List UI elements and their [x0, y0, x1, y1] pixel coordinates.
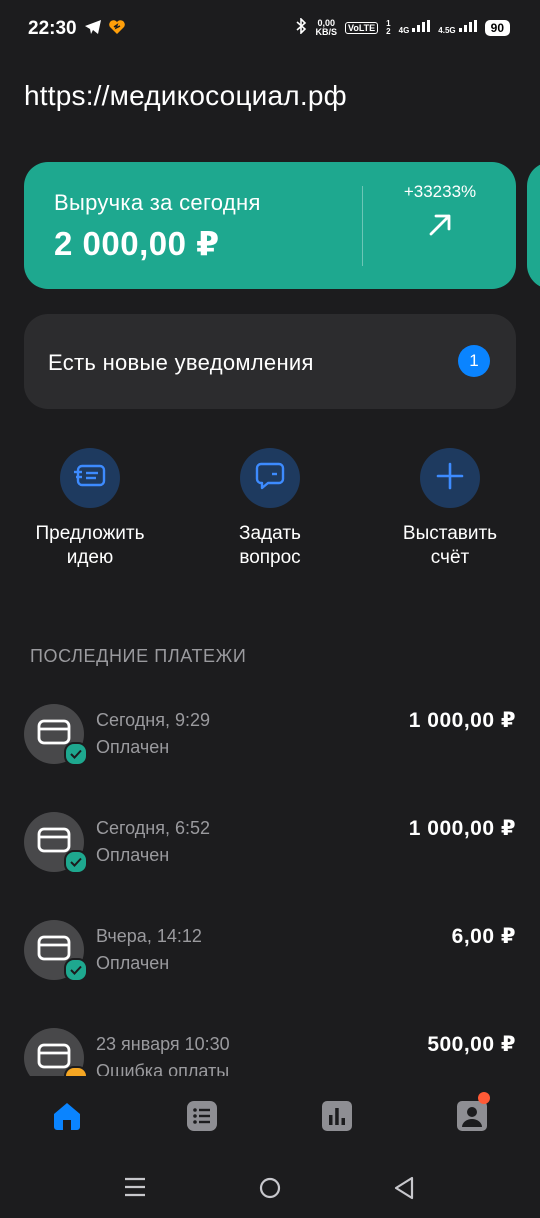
status-error-icon [64, 1066, 88, 1076]
menu-icon[interactable] [124, 1176, 146, 1203]
payment-status: Ошибка оплаты [96, 1061, 230, 1076]
status-time: 22:30 [28, 18, 77, 39]
status-check-icon [64, 958, 88, 982]
signal-bars-icon [458, 20, 477, 35]
sim-slots: 1 2 [386, 18, 391, 36]
status-left-icons [84, 19, 126, 40]
net-45g-label: 4.5G [438, 26, 456, 35]
ask-question-button[interactable]: Задать вопрос [180, 448, 360, 570]
action-label: Предложить идею [35, 523, 145, 568]
action-circle [240, 448, 300, 508]
notifications-card[interactable]: Есть новые уведомления 1 [24, 314, 516, 409]
chart-icon [322, 1100, 352, 1136]
net-speed: 0,00 KB/S [315, 18, 337, 37]
idea-card-icon [74, 464, 106, 493]
revenue-title: Выручка за сегодня [54, 190, 261, 215]
payment-status: Оплачен [96, 953, 170, 973]
net-speed-unit: KB/S [315, 26, 337, 37]
battery-indicator: 90 [484, 19, 510, 36]
profile-notification-dot [478, 1092, 490, 1104]
status-right: 0,00 KB/S VoLTE 1 2 4G 4.5G 90 [295, 17, 510, 37]
signal-45g: 4.5G [438, 20, 477, 35]
action-label: Задать вопрос [239, 523, 301, 568]
action-circle [420, 448, 480, 508]
nav-home[interactable] [47, 1098, 87, 1138]
payment-row[interactable]: Сегодня, 6:52 Оплачен 1 000,00 ₽ [0, 810, 540, 900]
telegram-icon [84, 19, 102, 40]
payment-date: 23 января 10:30 [96, 1034, 230, 1054]
chat-bubble-icon [255, 461, 285, 496]
next-card-peek[interactable] [527, 162, 540, 289]
payment-date: Сегодня, 6:52 [96, 818, 211, 838]
notifications-count-badge: 1 [458, 345, 490, 377]
signal-4g: 4G [399, 20, 431, 35]
payment-row[interactable]: 23 января 10:30 Ошибка оплаты 500,00 ₽ [0, 1026, 540, 1076]
payment-date: Вчера, 14:12 [96, 926, 202, 946]
payment-status: Оплачен [96, 845, 170, 865]
recent-payments-title: ПОСЛЕДНИЕ ПЛАТЕЖИ [30, 646, 247, 666]
status-check-icon [64, 850, 88, 874]
action-label: Выставить счёт [402, 523, 498, 568]
revenue-divider [362, 186, 363, 266]
heart-app-icon [108, 19, 126, 40]
bottom-nav [0, 1076, 540, 1160]
action-circle [60, 448, 120, 508]
nav-profile[interactable] [452, 1092, 492, 1138]
payment-amount: 500,00 ₽ [427, 1033, 516, 1056]
payment-date: Сегодня, 9:29 [96, 710, 211, 730]
bluetooth-icon [295, 17, 307, 37]
payment-row[interactable]: Вчера, 14:12 Оплачен 6,00 ₽ [0, 918, 540, 1008]
home-circle-icon[interactable] [258, 1176, 282, 1205]
revenue-card[interactable]: Выручка за сегодня 2 000,00 ₽ +33233% [24, 162, 516, 289]
suggest-idea-button[interactable]: Предложить идею [0, 448, 180, 570]
signal-bars-icon [412, 20, 431, 35]
issue-invoice-button[interactable]: Выставить счёт [360, 448, 540, 570]
list-icon [187, 1100, 217, 1136]
net-4g-label: 4G [398, 26, 410, 35]
revenue-change: +33233% [403, 182, 477, 201]
system-nav-bar [0, 1160, 540, 1218]
status-bar: 22:30 0,00 KB/S VoLTE 1 2 4G 4.5G 90 [0, 0, 540, 58]
volte-badge: VoLTE [345, 21, 379, 34]
nav-list[interactable] [182, 1098, 222, 1138]
status-check-icon [64, 742, 88, 766]
payment-amount: 1 000,00 ₽ [408, 817, 516, 840]
site-url[interactable]: https://медикосоциал.рф [24, 80, 347, 112]
payment-row[interactable]: Сегодня, 9:29 Оплачен 1 000,00 ₽ [0, 702, 540, 792]
payment-status: Оплачен [96, 737, 170, 757]
payment-amount: 6,00 ₽ [451, 925, 516, 948]
nav-analytics[interactable] [317, 1098, 357, 1138]
payment-amount: 1 000,00 ₽ [408, 709, 516, 732]
arrow-up-right-icon [427, 212, 453, 243]
payments-list[interactable]: Сегодня, 9:29 Оплачен 1 000,00 ₽ Сегодня… [0, 702, 540, 1076]
back-icon[interactable] [393, 1176, 415, 1205]
home-icon [51, 1101, 83, 1136]
revenue-amount: 2 000,00 ₽ [54, 225, 220, 262]
notifications-text: Есть новые уведомления [48, 350, 314, 375]
profile-icon [457, 1100, 487, 1136]
plus-icon [436, 462, 464, 495]
